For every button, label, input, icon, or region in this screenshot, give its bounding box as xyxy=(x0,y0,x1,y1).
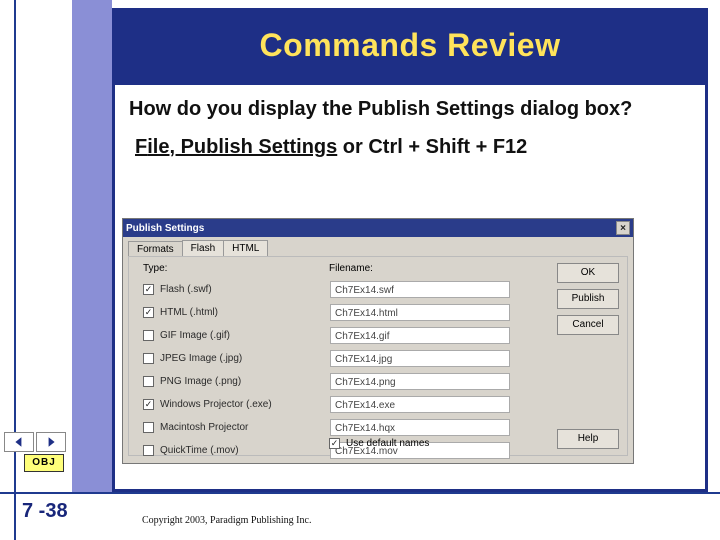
help-button[interactable]: Help xyxy=(557,429,619,449)
filename-input[interactable]: Ch7Ex14.png xyxy=(330,373,510,390)
dialog-button-column: OK Publish Cancel xyxy=(557,263,619,335)
answer-or-shortcut: or Ctrl + Shift + F12 xyxy=(337,136,527,158)
ok-button[interactable]: OK xyxy=(557,263,619,283)
table-row: GIF Image (.gif) Ch7Ex14.gif xyxy=(143,325,510,345)
type-label: Macintosh Projector xyxy=(160,422,330,433)
chevron-right-icon xyxy=(45,436,57,448)
checkbox-quicktime[interactable] xyxy=(143,445,154,456)
checkbox-html[interactable]: ✓ xyxy=(143,307,154,318)
publish-settings-dialog: Publish Settings × Formats Flash HTML Ty… xyxy=(122,218,634,464)
slide-number: 7 -38 xyxy=(22,500,68,523)
frame-left xyxy=(0,0,16,540)
filename-input[interactable]: Ch7Ex14.exe xyxy=(330,396,510,413)
column-header-filename: Filename: xyxy=(329,263,373,274)
type-label: HTML (.html) xyxy=(160,307,330,318)
answer-hotkey-f: F xyxy=(135,136,147,158)
column-header-type: Type: xyxy=(143,263,167,274)
filename-input[interactable]: Ch7Ex14.swf xyxy=(330,281,510,298)
tab-formats[interactable]: Formats xyxy=(128,241,183,257)
checkbox-use-default[interactable]: ✓ xyxy=(329,438,340,449)
copyright-text: Copyright 2003, Paradigm Publishing Inc. xyxy=(142,515,311,526)
filename-input[interactable]: Ch7Ex14.jpg xyxy=(330,350,510,367)
chevron-left-icon xyxy=(13,436,25,448)
checkbox-jpeg[interactable] xyxy=(143,353,154,364)
dialog-body: Type: Filename: OK Publish Cancel ✓ Flas… xyxy=(128,256,628,456)
title-bar: Commands Review xyxy=(112,8,708,82)
dialog-title-text: Publish Settings xyxy=(126,223,204,234)
prev-slide-button[interactable] xyxy=(4,432,34,452)
checkbox-flash[interactable]: ✓ xyxy=(143,284,154,295)
type-label: PNG Image (.png) xyxy=(160,376,330,387)
table-row: JPEG Image (.jpg) Ch7Ex14.jpg xyxy=(143,348,510,368)
tab-flash[interactable]: Flash xyxy=(182,240,224,256)
publish-button[interactable]: Publish xyxy=(557,289,619,309)
use-default-names-row: ✓ Use default names xyxy=(329,438,429,449)
table-row: ✓ Flash (.swf) Ch7Ex14.swf xyxy=(143,279,510,299)
filename-input[interactable]: Ch7Ex14.hqx xyxy=(330,419,510,436)
type-label: GIF Image (.gif) xyxy=(160,330,330,341)
frame-bottom xyxy=(0,492,720,540)
close-icon[interactable]: × xyxy=(616,221,630,235)
next-slide-button[interactable] xyxy=(36,432,66,452)
type-rows: ✓ Flash (.swf) Ch7Ex14.swf ✓ HTML (.html… xyxy=(143,279,510,463)
checkbox-gif[interactable] xyxy=(143,330,154,341)
nav-arrows xyxy=(4,432,66,452)
slide-title: Commands Review xyxy=(260,27,561,64)
side-stripe xyxy=(72,0,112,492)
table-row: ✓ HTML (.html) Ch7Ex14.html xyxy=(143,302,510,322)
filename-input[interactable]: Ch7Ex14.html xyxy=(330,304,510,321)
type-label: JPEG Image (.jpg) xyxy=(160,353,330,364)
checkbox-winexe[interactable]: ✓ xyxy=(143,399,154,410)
tab-html[interactable]: HTML xyxy=(223,240,268,256)
answer-file-publish: ile, Publish Settings xyxy=(147,136,337,158)
type-label: Flash (.swf) xyxy=(160,284,330,295)
checkbox-mac[interactable] xyxy=(143,422,154,433)
dialog-tabs: Formats Flash HTML xyxy=(128,240,633,256)
table-row: Macintosh Projector Ch7Ex14.hqx xyxy=(143,417,510,437)
answer-text: File, Publish Settings or Ctrl + Shift +… xyxy=(135,136,691,159)
type-label: Windows Projector (.exe) xyxy=(160,399,330,410)
use-default-label: Use default names xyxy=(346,438,429,449)
objectives-button[interactable]: OBJ xyxy=(24,454,64,472)
filename-input[interactable]: Ch7Ex14.gif xyxy=(330,327,510,344)
dialog-titlebar: Publish Settings × xyxy=(123,219,633,237)
cancel-button[interactable]: Cancel xyxy=(557,315,619,335)
table-row: ✓ Windows Projector (.exe) Ch7Ex14.exe xyxy=(143,394,510,414)
checkbox-png[interactable] xyxy=(143,376,154,387)
question-text: How do you display the Publish Settings … xyxy=(129,97,691,122)
type-label: QuickTime (.mov) xyxy=(160,445,330,456)
table-row: PNG Image (.png) Ch7Ex14.png xyxy=(143,371,510,391)
table-row: QuickTime (.mov) Ch7Ex14.mov xyxy=(143,440,510,460)
